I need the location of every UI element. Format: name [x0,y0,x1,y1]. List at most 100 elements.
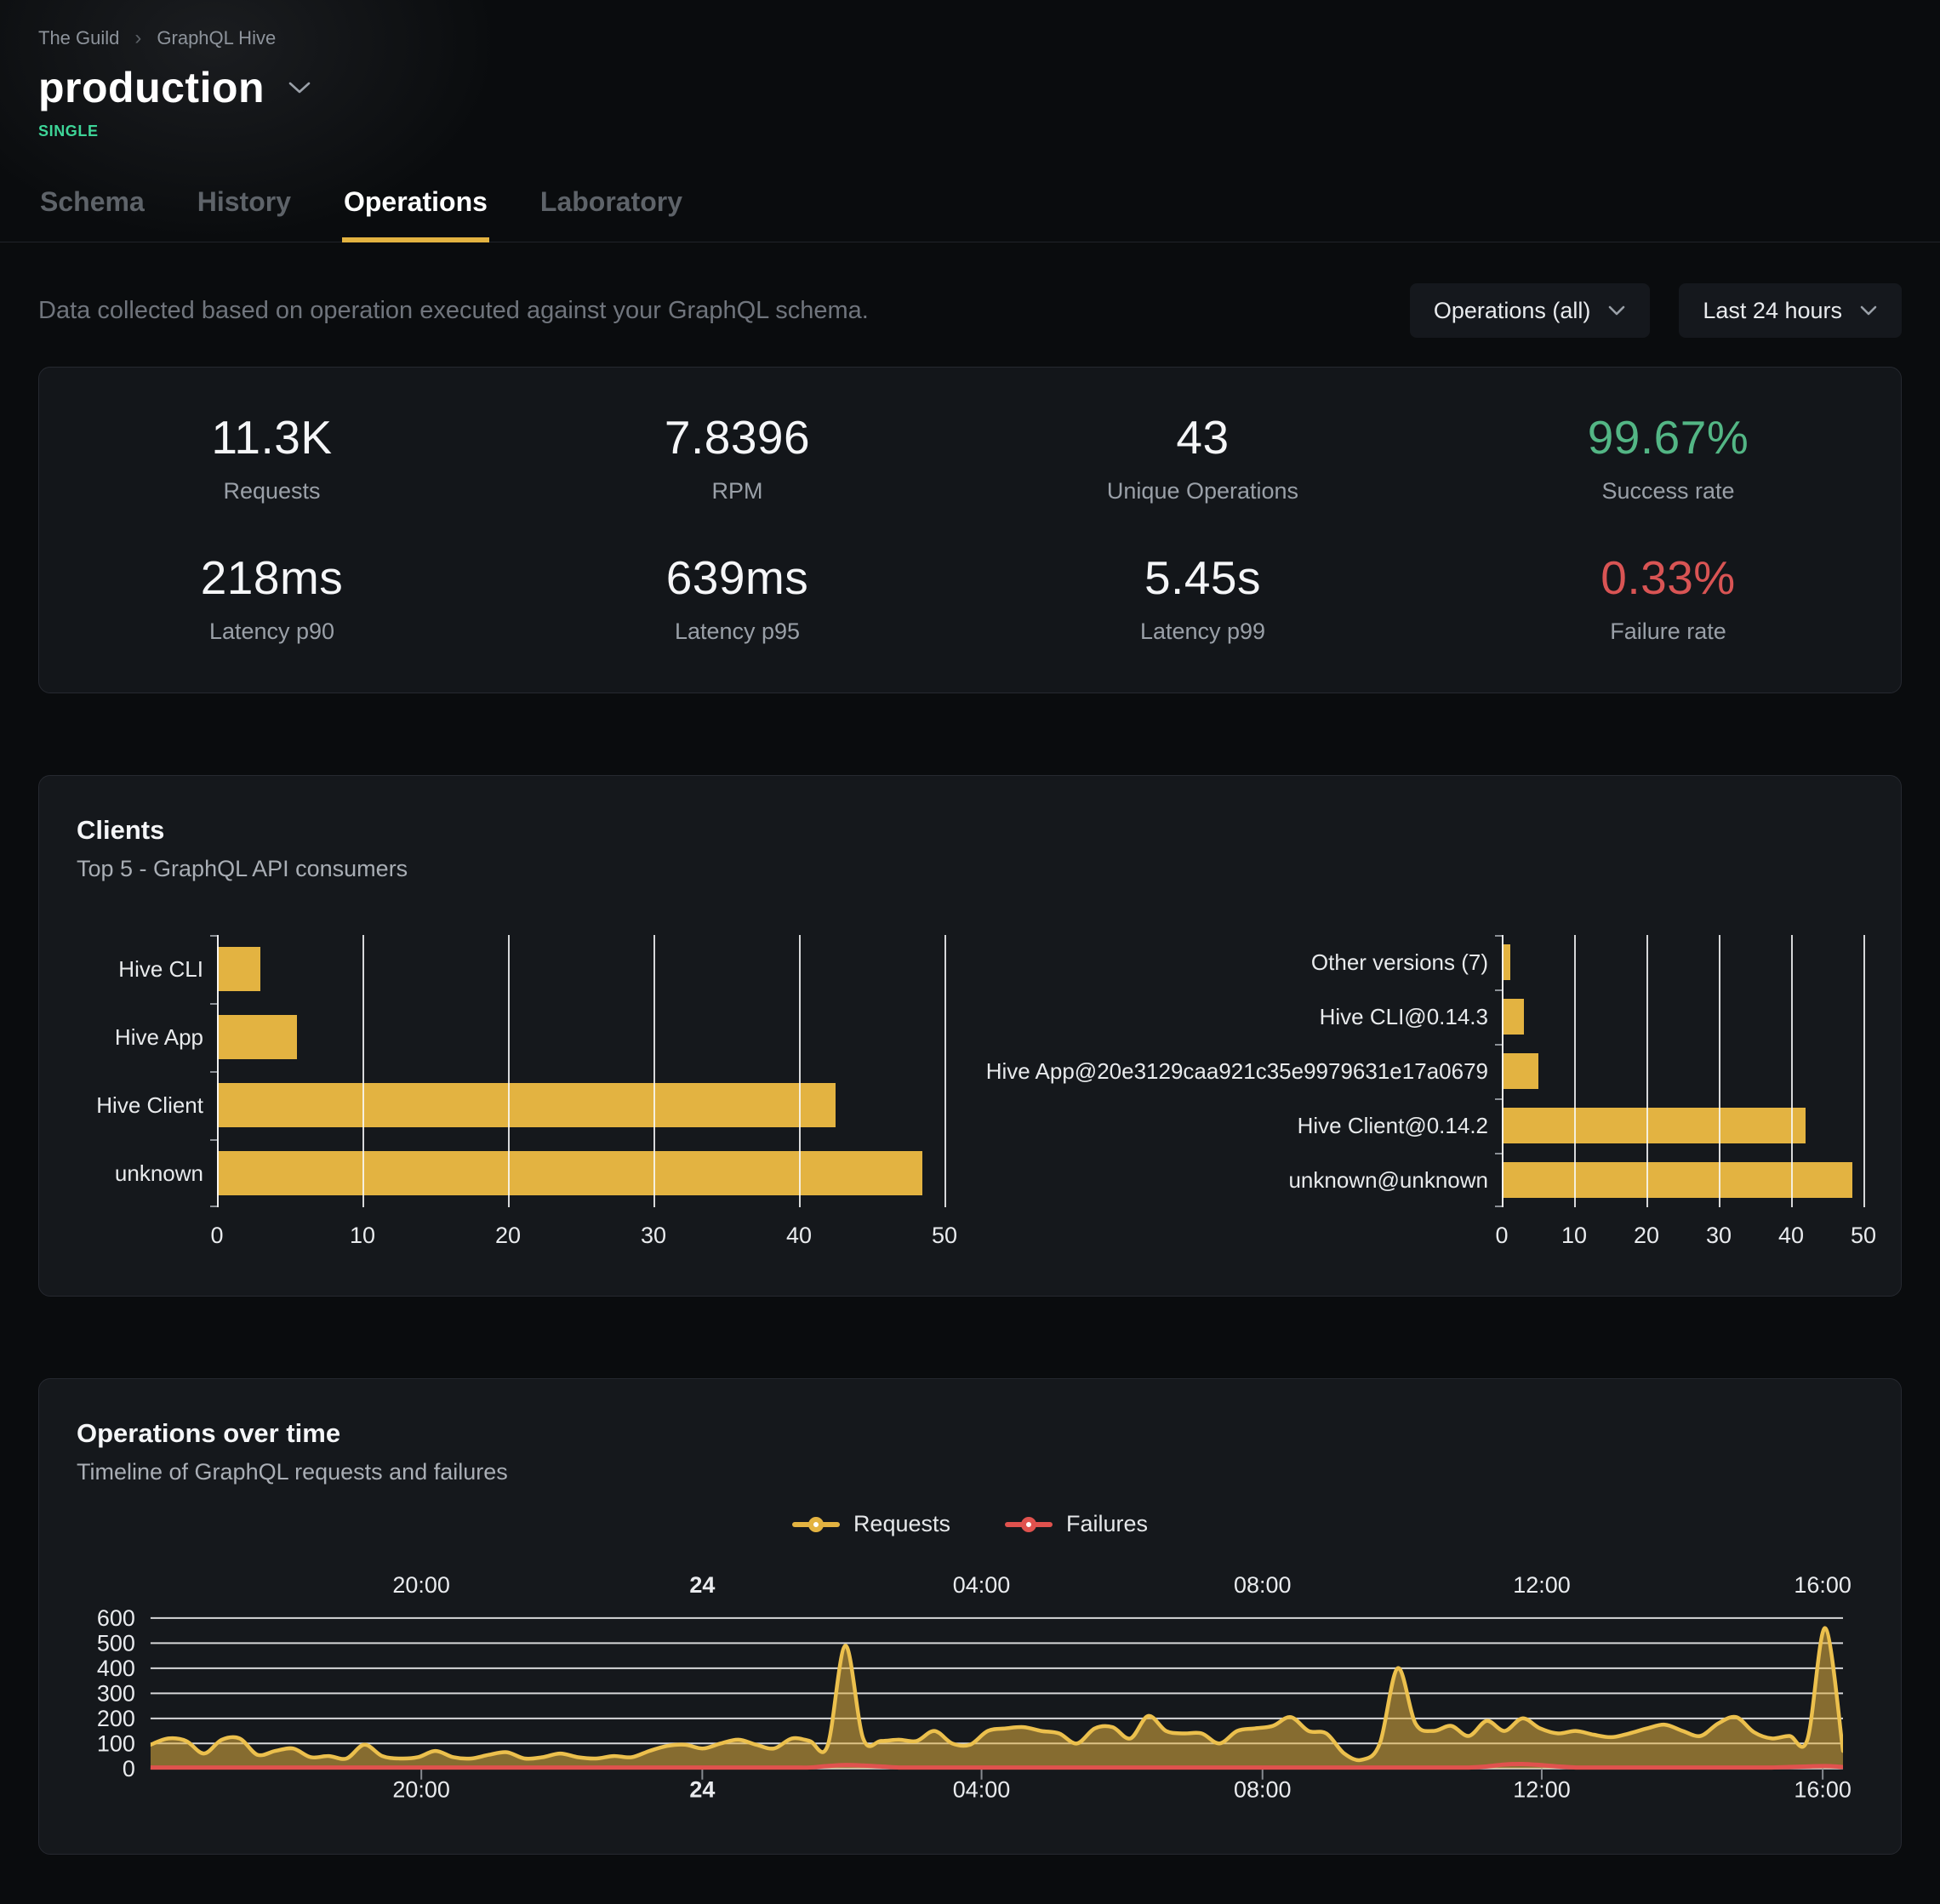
clients-bar-chart[interactable]: Hive CLIHive AppHive Clientunknown010203… [77,935,944,1251]
gridline [1863,935,1865,1207]
bar[interactable] [1502,1053,1538,1089]
x-tick-label-bottom: 24 [689,1777,715,1803]
axis-tick [1495,1206,1502,1207]
bar-row [1502,989,1863,1044]
breadcrumb: The Guild › GraphQL Hive [38,0,1902,49]
bar[interactable] [1502,999,1524,1035]
bar[interactable] [217,1083,836,1127]
x-tick-label: 10 [1561,1223,1587,1249]
bar-category-label: Hive App@20e3129caa921c35e9979631e17a067… [960,1044,1502,1098]
bar-category-labels: Hive CLIHive AppHive Clientunknown [77,935,217,1251]
bar-row [217,1139,944,1207]
requests-legend-marker-icon [792,1522,840,1527]
stat-rpm: 7.8396 RPM [505,410,970,505]
tab-laboratory[interactable]: Laboratory [539,186,684,242]
bar-category-label: Hive Client [77,1071,217,1139]
x-tick-label-bottom: 04:00 [953,1777,1011,1803]
stat-value: 7.8396 [505,410,970,465]
stat-label: Latency p99 [970,619,1435,645]
gridline [362,935,364,1207]
stat-latency-p90: 218ms Latency p90 [39,550,505,645]
legend-item-failures[interactable]: Failures [1005,1511,1148,1537]
axis-tick [210,1003,217,1005]
y-tick-label: 100 [97,1730,135,1756]
stat-value: 99.67% [1435,410,1901,465]
legend-item-requests[interactable]: Requests [792,1511,950,1537]
stat-value: 11.3K [39,410,505,465]
x-axis-ticks: 01020304050 [217,1207,944,1251]
toolbar: Data collected based on operation execut… [38,283,1902,338]
tab-history[interactable]: History [196,186,293,242]
clients-charts-row: Hive CLIHive AppHive Clientunknown 010203… [77,935,1863,1251]
chevron-down-icon [1607,305,1626,316]
x-axis-ticks: 01020304050 [1502,1207,1863,1251]
stat-value: 0.33% [1435,550,1901,605]
bar-row [1502,1044,1863,1098]
stat-unique-operations: 43 Unique Operations [970,410,1435,505]
failures-legend-marker-icon [1005,1522,1053,1527]
operations-card-subtitle: Timeline of GraphQL requests and failure… [77,1459,1863,1485]
bar[interactable] [1502,1162,1852,1198]
bar[interactable] [1502,1108,1806,1143]
info-text: Data collected based on operation execut… [38,297,869,325]
tab-operations[interactable]: Operations [342,186,489,242]
clients-card-title: Clients [77,815,1863,846]
axis-tick [210,1139,217,1141]
x-tick-label: 10 [350,1223,375,1249]
x-tick-label: 0 [210,1223,223,1249]
y-axis-line [217,935,219,1207]
breadcrumb-org[interactable]: The Guild [38,27,119,49]
timeline-legend: Requests Failures [77,1511,1863,1537]
x-tick-label: 40 [786,1223,812,1249]
x-tick-label: 20 [495,1223,521,1249]
gridline [944,935,946,1207]
axis-tick [1495,989,1502,991]
clients-card-subtitle: Top 5 - GraphQL API consumers [77,856,1863,882]
y-tick-label: 200 [97,1706,135,1731]
x-tick-label-top: 16:00 [1794,1572,1852,1598]
target-type-badge: SINGLE [38,123,1902,140]
bar-row [1502,935,1863,989]
stat-value: 639ms [505,550,970,605]
stat-label: Requests [39,478,505,505]
operations-card-title: Operations over time [77,1418,1863,1449]
bar[interactable] [217,1015,297,1059]
x-tick-label: 40 [1778,1223,1804,1249]
tab-schema[interactable]: Schema [38,186,146,242]
chevron-right-icon: › [134,28,141,48]
y-tick-label: 500 [97,1630,135,1656]
title-row: production [38,63,1902,112]
bar-row [1502,1153,1863,1207]
axis-tick [210,1071,217,1073]
bar-category-label: Other versions (7) [960,935,1502,989]
stat-value: 218ms [39,550,505,605]
stat-failure-rate: 0.33% Failure rate [1435,550,1901,645]
x-tick-label-top: 12:00 [1513,1572,1571,1598]
bar[interactable] [217,1151,922,1195]
breadcrumb-project[interactable]: GraphQL Hive [157,27,276,49]
x-tick-label: 50 [932,1223,957,1249]
operations-filter-select[interactable]: Operations (all) [1410,283,1651,338]
x-tick-label-bottom: 20:00 [392,1777,450,1803]
stat-label: Failure rate [1435,619,1901,645]
legend-label: Requests [853,1511,950,1537]
chevron-down-icon[interactable] [287,80,312,95]
operations-filter-value: Operations (all) [1434,298,1591,324]
gridline [799,935,801,1207]
client-versions-bar-chart[interactable]: Other versions (7)Hive CLI@0.14.3Hive Ap… [960,935,1863,1251]
chevron-down-icon [1859,305,1878,316]
bar-category-label: unknown [77,1139,217,1207]
bar-plot-wrap: 01020304050 [217,935,944,1251]
period-filter-select[interactable]: Last 24 hours [1679,283,1902,338]
bar-row [217,1003,944,1071]
timeline-chart[interactable]: 010020030040050060020:0020:00242404:0004… [77,1561,1863,1810]
y-tick-label: 600 [97,1605,135,1631]
bar[interactable] [217,947,260,991]
x-tick-label: 50 [1851,1223,1876,1249]
bar-plot-area [1502,935,1863,1207]
y-tick-label: 0 [123,1756,135,1781]
requests-area [151,1628,1843,1769]
bar-category-label: Hive CLI [77,935,217,1003]
y-tick-label: 400 [97,1656,135,1681]
gridline [1719,935,1720,1207]
